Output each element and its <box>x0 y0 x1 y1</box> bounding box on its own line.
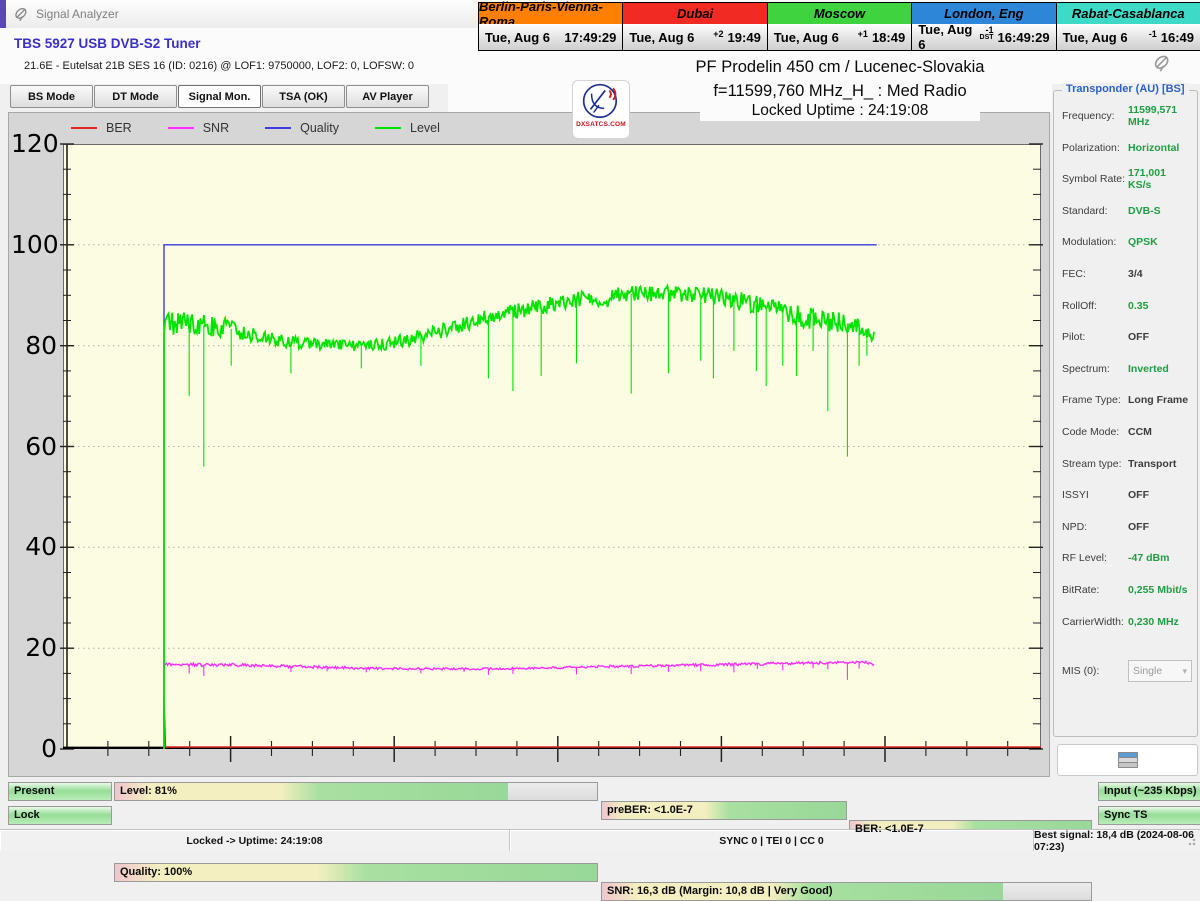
snr-meter: SNR: 16,3 dB (Margin: 10,8 dB | Very Goo… <box>601 882 1092 901</box>
mis-label: MIS (0): <box>1062 665 1128 677</box>
mode-tabs: BS Mode DT Mode Signal Mon. TSA (OK) AV … <box>10 85 430 108</box>
legend-level: Level <box>375 121 440 135</box>
tab-tsa[interactable]: TSA (OK) <box>262 85 345 108</box>
sync-ts-badge: Sync TS <box>1098 806 1200 825</box>
world-clocks: Berlin-Paris-Vienna-Roma Tue, Aug 6 17:4… <box>478 2 1200 51</box>
legend-quality-swatch <box>265 127 291 130</box>
row-code-mode: Code Mode:CCM <box>1062 423 1192 441</box>
tuner-details: 21.6E - Eutelsat 21B SES 16 (ID: 0216) @… <box>24 60 414 72</box>
clock-moscow: Moscow Tue, Aug 6 +1 18:49 <box>768 3 911 50</box>
tab-bs-mode[interactable]: BS Mode <box>10 85 93 108</box>
input-rate-badge: Input (~235 Kbps) <box>1098 782 1200 801</box>
chart-legend: BER SNR Quality Level <box>71 119 440 137</box>
clock-city: Dubai <box>623 3 766 24</box>
chevron-down-icon: ▾ <box>1182 666 1187 677</box>
ytick-0: 0 <box>11 736 57 762</box>
ytick-60: 60 <box>11 434 57 460</box>
preber-meter: preBER: <1.0E-7 <box>601 801 847 820</box>
legend-quality: Quality <box>265 121 339 135</box>
satellite-dish-icon <box>13 5 31 23</box>
row-symbol-rate: Symbol Rate:171,001 KS/s <box>1062 170 1192 188</box>
ytick-80: 80 <box>11 333 57 359</box>
row-frame-type: Frame Type:Long Frame <box>1062 391 1192 409</box>
window-title: Signal Analyzer <box>36 7 119 21</box>
clock-utc-offset: +1 <box>858 30 868 38</box>
row-issyi: ISSYIOFF <box>1062 486 1192 504</box>
row-mis: MIS (0): Single▾ <box>1062 660 1192 682</box>
ber-meter: BER: <1.0E-7 <box>849 820 1092 839</box>
dxsatcs-logo-text: DXSATCS.COM <box>576 121 626 128</box>
resize-grip[interactable] <box>1188 836 1198 846</box>
status-locked-uptime: Locked -> Uptime: 24:19:08 <box>0 830 510 851</box>
legend-snr: SNR <box>168 121 229 135</box>
clock-date: Tue, Aug 6 <box>1063 30 1149 45</box>
legend-ber-swatch <box>71 127 97 130</box>
clock-berlin: Berlin-Paris-Vienna-Roma Tue, Aug 6 17:4… <box>479 3 622 50</box>
clock-dubai: Dubai Tue, Aug 6 +2 19:49 <box>623 3 766 50</box>
antenna-location-title: PF Prodelin 450 cm / Lucenec-Slovakia <box>640 58 1040 77</box>
present-badge: Present <box>8 782 112 801</box>
row-polarization: Polarization:Horizontal <box>1062 139 1192 157</box>
quality-meter: Quality: 100% <box>114 863 598 882</box>
ytick-20: 20 <box>11 635 57 661</box>
row-bitrate: BitRate:0,255 Mbit/s <box>1062 581 1192 599</box>
tuner-name: TBS 5927 USB DVB-S2 Tuner <box>14 36 201 51</box>
row-pilot: Pilot:OFF <box>1062 328 1192 346</box>
row-rf-level: RF Level:-47 dBm <box>1062 549 1192 567</box>
clock-rabat: Rabat-Casablanca Tue, Aug 6 -1 16:49 <box>1057 3 1200 50</box>
clock-time: 16:49:29 <box>998 30 1050 45</box>
transponder-rows: Frequency:11599,571 MHz Polarization:Hor… <box>1062 107 1192 682</box>
clock-time: 18:49 <box>872 30 905 45</box>
frequency-title: f=11599,760 MHz_H_ : Med Radio <box>640 82 1040 101</box>
dxsatcs-dish-graphic <box>579 81 623 123</box>
dxsatcs-logo: DXSATCS.COM <box>572 80 630 139</box>
tab-dt-mode[interactable]: DT Mode <box>94 85 177 108</box>
tab-av-player[interactable]: AV Player <box>346 85 429 108</box>
clock-time: 17:49:29 <box>564 30 616 45</box>
clock-utc-offset: +2 <box>713 30 723 38</box>
row-spectrum: Spectrum:Inverted <box>1062 360 1192 378</box>
signal-chart-panel: BER SNR Quality Level 120 100 80 60 40 2… <box>8 112 1050 777</box>
row-fec: FEC:3/4 <box>1062 265 1192 283</box>
clock-time: 19:49 <box>728 30 761 45</box>
window-accent-strip <box>0 0 6 28</box>
clock-city: Moscow <box>768 3 911 24</box>
ytick-120: 120 <box>11 131 57 157</box>
locked-uptime-title: Locked Uptime : 24:19:08 <box>700 101 980 121</box>
legend-level-swatch <box>375 127 401 130</box>
chart-plot-area <box>63 144 1041 749</box>
row-carrierwidth: CarrierWidth:0,230 MHz <box>1062 613 1192 631</box>
clock-city: Berlin-Paris-Vienna-Roma <box>479 3 622 24</box>
lock-badge: Lock <box>8 806 112 825</box>
clock-date: Tue, Aug 6 <box>629 30 713 45</box>
ytick-40: 40 <box>11 534 57 560</box>
clock-date: Tue, Aug 6 <box>918 22 979 52</box>
clock-city: London, Eng <box>912 3 1055 24</box>
clock-utc-offset: -1DST <box>980 26 994 42</box>
legend-snr-swatch <box>168 127 194 130</box>
clock-date: Tue, Aug 6 <box>774 30 858 45</box>
transponder-panel-title: Transponder (AU) [BS] <box>1062 83 1189 95</box>
row-npd: NPD:OFF <box>1062 518 1192 536</box>
legend-ber: BER <box>71 121 132 135</box>
clock-city: Rabat-Casablanca <box>1057 3 1200 24</box>
row-rolloff: RollOff:0.35 <box>1062 297 1192 315</box>
clock-date: Tue, Aug 6 <box>485 30 560 45</box>
row-frequency: Frequency:11599,571 MHz <box>1062 107 1192 125</box>
row-modulation: Modulation:QPSK <box>1062 233 1192 251</box>
ytick-100: 100 <box>11 232 57 258</box>
tab-signal-mon[interactable]: Signal Mon. <box>178 85 261 108</box>
mis-select[interactable]: Single▾ <box>1128 660 1192 682</box>
level-meter: Level: 81% <box>114 782 598 801</box>
chart-series-svg <box>63 144 1041 749</box>
clock-utc-offset: -1 <box>1149 30 1157 38</box>
clock-time: 16:49 <box>1161 30 1194 45</box>
clock-london: London, Eng Tue, Aug 6 -1DST 16:49:29 <box>912 3 1055 50</box>
stream-list-icon <box>1118 752 1138 768</box>
row-stream-type: Stream type:Transport <box>1062 455 1192 473</box>
satellite-dish-icon-small <box>1150 52 1180 76</box>
transponder-panel: Transponder (AU) [BS] Frequency:11599,57… <box>1053 90 1198 737</box>
row-standard: Standard:DVB-S <box>1062 202 1192 220</box>
stream-list-button[interactable] <box>1057 744 1198 776</box>
